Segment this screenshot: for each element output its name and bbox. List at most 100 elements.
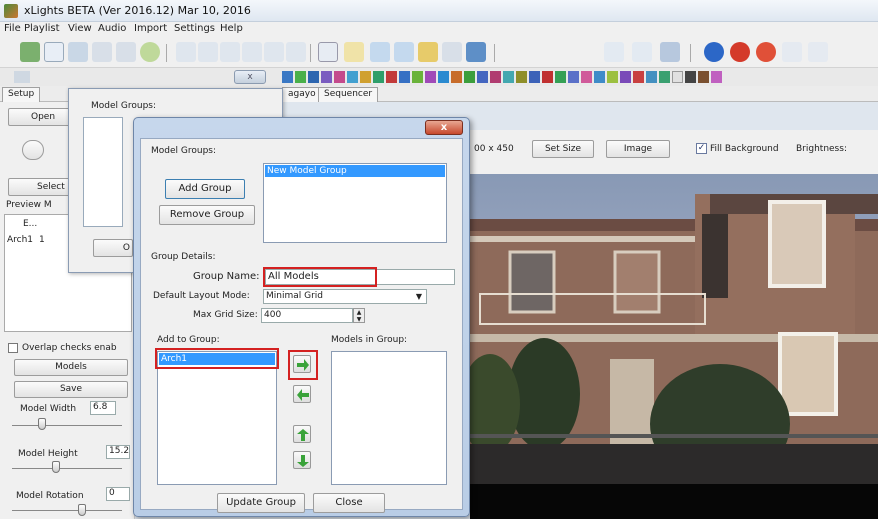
effect-icon[interactable] — [698, 71, 709, 83]
max-grid-input[interactable]: 400 — [261, 308, 353, 323]
model-height-field[interactable]: 15.2 — [106, 445, 130, 459]
model-width-slider[interactable] — [38, 418, 46, 430]
effect-icon[interactable] — [334, 71, 345, 83]
effect-icon[interactable] — [425, 71, 436, 83]
menu-settings[interactable]: Settings — [174, 23, 215, 34]
effect-icon[interactable] — [308, 71, 319, 83]
update-group-button[interactable]: Update Group — [217, 493, 305, 513]
effect-icon[interactable] — [529, 71, 540, 83]
bulb-icon[interactable] — [344, 42, 364, 62]
hint-icon[interactable] — [808, 42, 828, 62]
effect-icon[interactable] — [516, 71, 527, 83]
tab-sequencer[interactable]: Sequencer — [318, 87, 379, 102]
effect-icon[interactable] — [412, 71, 423, 83]
zoom-out-icon[interactable] — [632, 42, 652, 62]
effect-icon[interactable] — [672, 71, 683, 83]
effect-icon[interactable] — [451, 71, 462, 83]
rewind-icon[interactable] — [242, 42, 262, 62]
gear-icon[interactable] — [660, 42, 680, 62]
menu-view[interactable]: View — [68, 23, 92, 34]
move-up-button[interactable] — [293, 425, 311, 443]
effect-icon[interactable] — [659, 71, 670, 83]
model-groups-list[interactable]: New Model Group — [263, 163, 447, 243]
effect-icon[interactable] — [594, 71, 605, 83]
fast-forward-icon[interactable] — [264, 42, 284, 62]
remove-group-button[interactable]: Remove Group — [159, 205, 255, 225]
preview-play-icon[interactable] — [22, 140, 44, 160]
open-folder-icon[interactable] — [68, 42, 88, 62]
effect-icon[interactable] — [295, 71, 306, 83]
model-rotation-slider[interactable] — [78, 504, 86, 516]
effect-icon[interactable] — [477, 71, 488, 83]
menu-file[interactable]: File — [4, 23, 21, 34]
record-icon[interactable] — [756, 42, 776, 62]
max-grid-spinner-icon[interactable]: ▲ ▼ — [353, 308, 365, 323]
fill-background-checkbox[interactable]: ✓ — [696, 143, 707, 154]
models-in-group-list[interactable] — [331, 351, 447, 485]
zoom-in-icon[interactable] — [604, 42, 624, 62]
replay-icon[interactable] — [286, 42, 306, 62]
menu-audio[interactable]: Audio — [98, 23, 126, 34]
effect-icon[interactable] — [360, 71, 371, 83]
new-file-icon[interactable] — [44, 42, 64, 62]
effect-icon[interactable] — [542, 71, 553, 83]
effect-icon[interactable] — [464, 71, 475, 83]
effect-icon[interactable] — [711, 71, 722, 83]
back-dialog-close-icon[interactable]: x — [234, 70, 266, 84]
save-icon[interactable] — [92, 42, 112, 62]
back-dialog-ok-button[interactable]: O — [93, 239, 133, 257]
effect-icon[interactable] — [399, 71, 410, 83]
overlap-checkbox[interactable] — [8, 343, 18, 353]
menu-help[interactable]: Help — [220, 23, 243, 34]
layout-icon[interactable] — [466, 42, 486, 62]
render-icon[interactable] — [140, 42, 160, 62]
tab-layout[interactable]: agayo — [282, 87, 322, 102]
warning-icon[interactable] — [318, 42, 338, 62]
stop-sign-icon[interactable] — [730, 42, 750, 62]
help-pointer-icon[interactable] — [782, 42, 802, 62]
save-as-icon[interactable] — [116, 42, 136, 62]
save-button[interactable]: Save — [14, 381, 128, 398]
house-icon[interactable] — [442, 42, 462, 62]
effect-icon[interactable] — [373, 71, 384, 83]
new-sequence-icon[interactable] — [20, 42, 40, 62]
effect-icon[interactable] — [620, 71, 631, 83]
set-size-button[interactable]: Set Size — [532, 140, 594, 158]
stop-icon[interactable] — [220, 42, 240, 62]
effect-icon[interactable] — [386, 71, 397, 83]
model-group-item[interactable]: New Model Group — [265, 165, 445, 177]
tab-setup[interactable]: Setup — [2, 87, 41, 102]
effect-icon[interactable] — [347, 71, 358, 83]
effect-icon[interactable] — [633, 71, 644, 83]
play-icon[interactable] — [176, 42, 196, 62]
effect-icon[interactable] — [490, 71, 501, 83]
effect-icon[interactable] — [438, 71, 449, 83]
layout-mode-select[interactable]: Minimal Grid ▼ — [263, 289, 427, 304]
back-dialog-list[interactable] — [83, 117, 123, 227]
effect-icon[interactable] — [282, 71, 293, 83]
menu-playlist[interactable]: Playlist — [24, 23, 60, 34]
bucket-alt-icon[interactable] — [394, 42, 414, 62]
close-button[interactable]: Close — [313, 493, 385, 513]
info-icon[interactable] — [704, 42, 724, 62]
add-group-button[interactable]: Add Group — [165, 179, 245, 199]
move-left-button[interactable] — [293, 385, 311, 403]
bucket-icon[interactable] — [370, 42, 390, 62]
bell-icon[interactable] — [418, 42, 438, 62]
model-width-field[interactable]: 6.8 — [90, 401, 116, 415]
model-list-row-name[interactable]: Arch1 — [7, 235, 33, 245]
effect-icon[interactable] — [568, 71, 579, 83]
add-to-group-list[interactable]: Arch1 — [157, 351, 277, 485]
effect-icon[interactable] — [503, 71, 514, 83]
effect-icon[interactable] — [646, 71, 657, 83]
models-button[interactable]: Models — [14, 359, 128, 376]
move-down-button[interactable] — [293, 451, 311, 469]
model-height-slider[interactable] — [52, 461, 60, 473]
effect-icon[interactable] — [555, 71, 566, 83]
effect-icon[interactable] — [685, 71, 696, 83]
menu-import[interactable]: Import — [134, 23, 167, 34]
effect-icon[interactable] — [581, 71, 592, 83]
dialog-close-button[interactable]: x — [425, 120, 463, 135]
effect-icon[interactable] — [321, 71, 332, 83]
pause-icon[interactable] — [198, 42, 218, 62]
